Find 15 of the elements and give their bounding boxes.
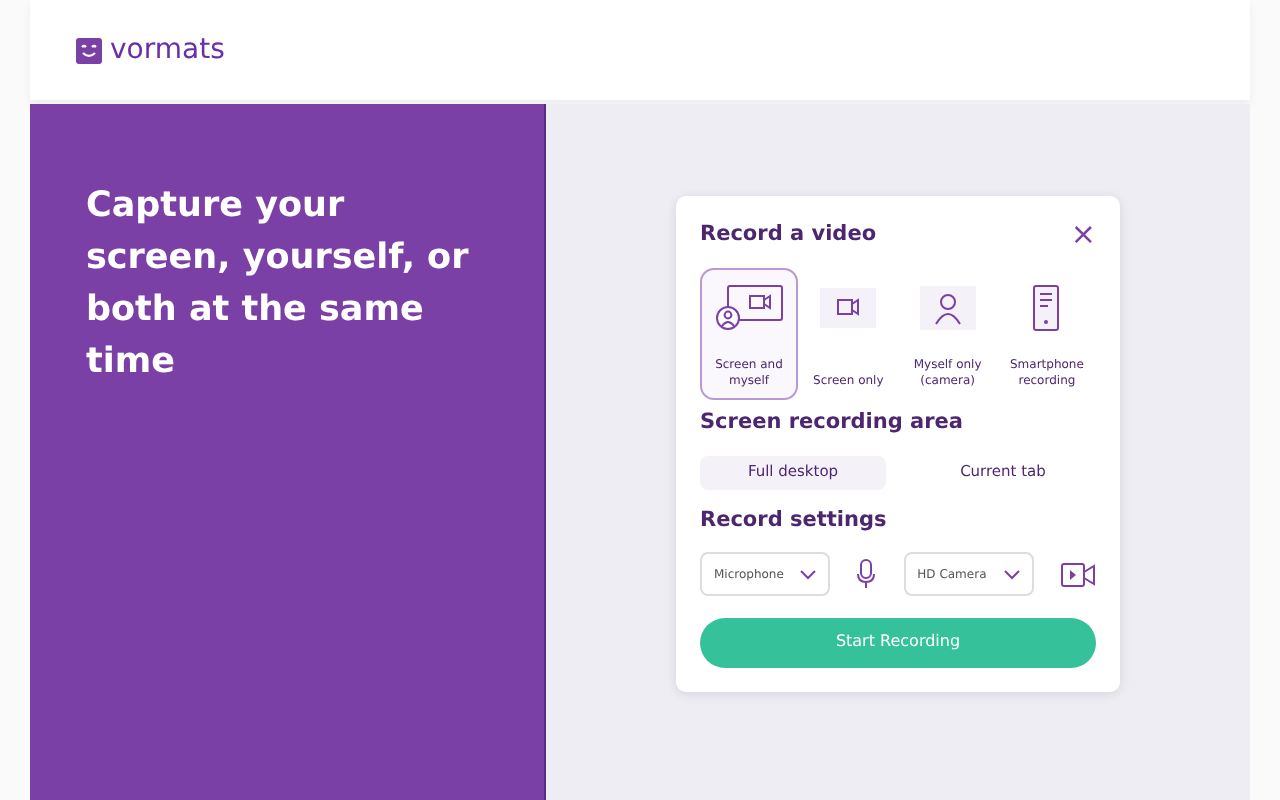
dialog-title: Record a video — [700, 220, 877, 250]
video-camera-icon — [1059, 561, 1096, 588]
section-heading: Screen recording area — [700, 407, 965, 438]
logo-icon — [76, 37, 102, 63]
microphone-icon — [856, 558, 877, 591]
video-camera-icon — [820, 287, 877, 328]
headline: Capture your screen, yourself, or both at the same time — [86, 184, 471, 386]
section-heading: Record settings — [700, 505, 889, 535]
chevron-down-icon — [1003, 569, 1020, 580]
brand-name: vormats — [110, 31, 225, 69]
person-icon — [919, 285, 976, 330]
screen-camera-icon — [715, 283, 783, 332]
smartphone-icon — [1032, 283, 1061, 332]
chevron-down-icon — [800, 569, 816, 580]
close-button[interactable]: × — [1070, 220, 1096, 251]
